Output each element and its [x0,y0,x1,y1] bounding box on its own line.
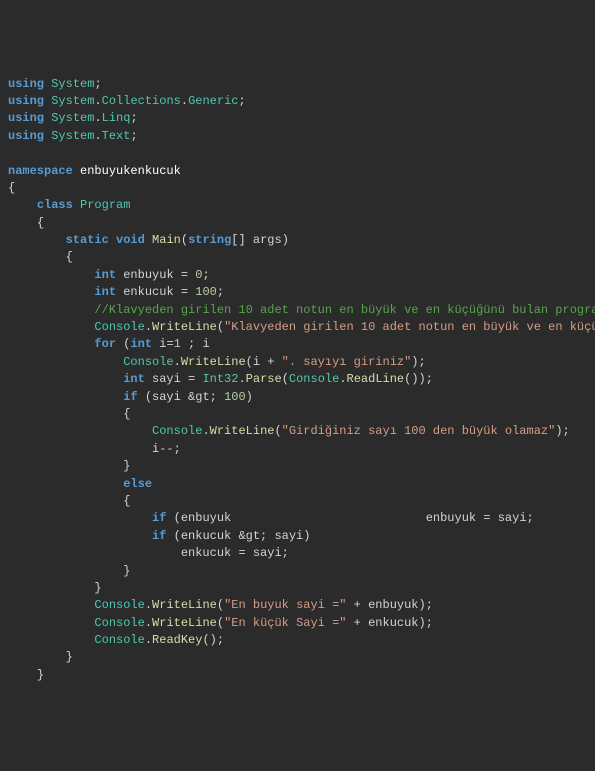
line-var-enbuyuk: int enbuyuk = 0; [8,267,587,284]
line-main: static void Main(string[] args) [8,232,587,249]
line-else: else [8,476,587,493]
line-class: class Program [8,197,587,214]
line-brace: { [8,180,587,197]
line-brace: } [8,580,587,597]
line-var-sayi: int sayi = Int32.Parse(Console.ReadLine(… [8,371,587,388]
line-writeline-2: Console.WriteLine(i + ". sayıyı giriniz"… [8,354,587,371]
line-brace: { [8,215,587,232]
line-namespace: namespace enbuyukenkucuk [8,163,587,180]
blank-line [8,145,587,162]
line-writeline-5: Console.WriteLine("En küçük Sayi =" + en… [8,615,587,632]
line-brace: { [8,406,587,423]
line-if-3: if (enkucuk &gt; sayi) [8,528,587,545]
line-brace: { [8,493,587,510]
line-writeline-3: Console.WriteLine("Girdiğiniz sayı 100 d… [8,423,587,440]
line-using-1: using System; [8,76,587,93]
line-var-enkucuk: int enkucuk = 100; [8,284,587,301]
line-if-1: if (sayi &gt; 100) [8,389,587,406]
line-for: for (int i=1 ; i [8,336,587,353]
line-writeline-4: Console.WriteLine("En buyuk sayi =" + en… [8,597,587,614]
code-editor: using System;using System.Collections.Ge… [8,76,587,685]
line-using-2: using System.Collections.Generic; [8,93,587,110]
line-if-2: if (enbuyuk enbuyuk = sayi; [8,510,587,527]
line-assign-2: enkucuk = sayi; [8,545,587,562]
line-brace: } [8,563,587,580]
line-comment: //Klavyeden girilen 10 adet notun en büy… [8,302,587,319]
line-brace: } [8,458,587,475]
line-decrement: i--; [8,441,587,458]
line-brace: } [8,667,587,684]
line-brace: } [8,649,587,666]
line-writeline-1: Console.WriteLine("Klavyeden girilen 10 … [8,319,587,336]
line-using-3: using System.Linq; [8,110,587,127]
line-readkey: Console.ReadKey(); [8,632,587,649]
line-using-4: using System.Text; [8,128,587,145]
line-brace: { [8,249,587,266]
